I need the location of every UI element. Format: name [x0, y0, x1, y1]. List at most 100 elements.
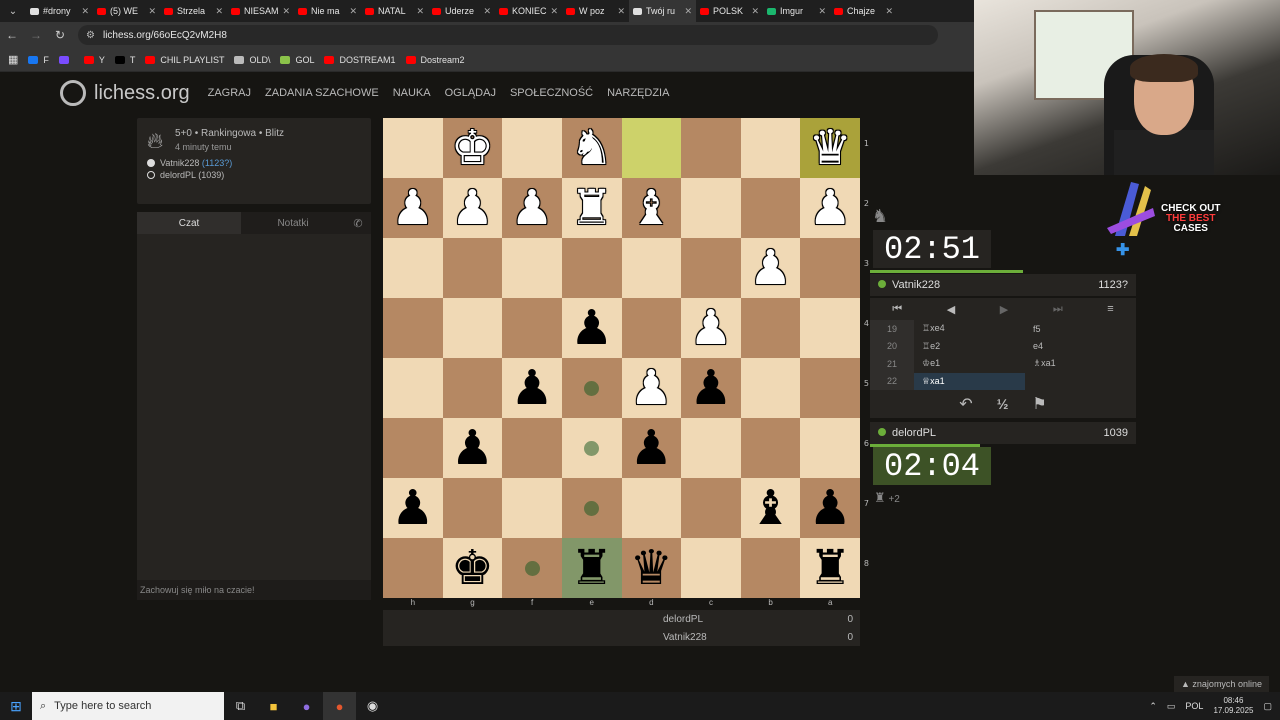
forward-icon[interactable]: → — [24, 28, 48, 42]
board-square[interactable] — [502, 238, 562, 298]
board-square[interactable]: ♛ — [621, 538, 682, 598]
nav-nauka[interactable]: NAUKA — [393, 87, 431, 99]
browser-tab[interactable]: W poz ✕ — [562, 0, 629, 22]
board-square[interactable]: 4 — [800, 298, 869, 358]
bookmark-item[interactable]: T — [114, 55, 135, 65]
board-square[interactable]: ♟ — [442, 178, 503, 238]
browser-tab[interactable]: Nie ma ✕ — [294, 0, 361, 22]
next-move-icon[interactable]: ▶ — [1000, 303, 1008, 316]
board-square[interactable]: ♚ — [442, 118, 503, 178]
task-view-icon[interactable]: ⧉ — [224, 692, 257, 720]
board-square[interactable] — [383, 358, 443, 418]
board-square[interactable] — [561, 238, 622, 298]
browser-tab[interactable]: NIESAM ✕ — [227, 0, 294, 22]
board-square[interactable]: ♜ — [561, 538, 622, 598]
tab-close-icon[interactable]: ✕ — [483, 6, 491, 17]
board-square[interactable] — [561, 358, 622, 418]
tab-notes[interactable]: Notatki — [241, 212, 345, 234]
black-player-name[interactable]: delordPL (1039) — [160, 170, 224, 180]
tab-close-icon[interactable]: ✕ — [148, 6, 156, 17]
legal-move-dot[interactable] — [584, 500, 600, 516]
board-square[interactable] — [502, 298, 562, 358]
board-square[interactable] — [561, 418, 622, 478]
move-white[interactable]: ♔e1 — [914, 355, 1025, 373]
browser-tab[interactable]: Uderze ✕ — [428, 0, 495, 22]
chat-input[interactable]: Zachowuj się miło na czacie! — [137, 580, 371, 600]
chess-piece[interactable]: ♞ — [570, 124, 613, 172]
site-info-icon[interactable]: ⚙ — [86, 30, 95, 41]
tab-close-icon[interactable]: ✕ — [550, 6, 558, 17]
chess-piece[interactable]: ♛ — [630, 544, 673, 592]
board-square[interactable]: ♜ 8 — [800, 538, 869, 598]
move-black[interactable]: ♗xa1 — [1025, 355, 1136, 373]
board-square[interactable] — [502, 118, 562, 178]
chess-piece[interactable]: ♟ — [749, 244, 792, 292]
board-square[interactable] — [442, 478, 503, 538]
top-player-bar[interactable]: Vatnik228 1123? — [870, 274, 1136, 296]
board-square[interactable] — [681, 118, 741, 178]
board-square[interactable]: ♝ — [740, 478, 801, 538]
tab-close-icon[interactable]: ✕ — [349, 6, 357, 17]
chess-piece[interactable]: ♜ — [570, 544, 613, 592]
board-square[interactable] — [681, 238, 741, 298]
board-square[interactable]: ♟ — [621, 358, 682, 418]
board-square[interactable] — [740, 118, 801, 178]
resign-flag-icon[interactable]: ⚑ — [1032, 394, 1046, 414]
board-square[interactable] — [383, 298, 443, 358]
add-icon[interactable]: ✚ — [1116, 240, 1129, 260]
board-square[interactable]: ♝ — [621, 178, 682, 238]
board-square[interactable] — [621, 478, 682, 538]
chess-piece[interactable]: ♟ — [630, 364, 673, 412]
apps-icon[interactable]: ▦ — [8, 53, 18, 66]
tab-close-icon[interactable]: ✕ — [416, 6, 424, 17]
browser-tab[interactable]: POLSK ✕ — [696, 0, 763, 22]
bookmark-item[interactable]: Dostream2 — [405, 55, 465, 65]
bookmark-item[interactable]: GOL — [280, 55, 314, 65]
tab-close-icon[interactable]: ✕ — [751, 6, 759, 17]
board-square[interactable]: ♟ — [621, 418, 682, 478]
chess-piece[interactable]: ♛ — [809, 124, 852, 172]
legal-move-dot[interactable] — [524, 560, 540, 576]
first-move-icon[interactable]: ⏮ — [892, 303, 902, 316]
chess-piece[interactable]: ♟ — [689, 304, 732, 352]
chess-piece[interactable]: ♜ — [809, 544, 852, 592]
board-square[interactable]: ♜ — [561, 178, 622, 238]
board-square[interactable]: 3 — [800, 238, 869, 298]
chess-piece[interactable]: ♚ — [451, 124, 494, 172]
menu-icon[interactable]: ≡ — [1107, 303, 1113, 315]
tab-search-icon[interactable]: ⌄ — [0, 0, 26, 22]
tab-chat[interactable]: Czat — [137, 212, 241, 234]
board-square[interactable] — [681, 538, 741, 598]
chess-piece[interactable]: ♟ — [391, 484, 434, 532]
file-explorer-icon[interactable]: ■ — [257, 692, 290, 720]
board-square[interactable] — [383, 238, 443, 298]
nav-zagraj[interactable]: ZAGRAJ — [208, 87, 251, 99]
move-black[interactable] — [1025, 373, 1136, 391]
board-square[interactable] — [383, 538, 443, 598]
board-square[interactable]: ♟ — [681, 358, 741, 418]
board-square[interactable]: 5 — [800, 358, 869, 418]
board-square[interactable]: ♟ — [561, 298, 622, 358]
tab-close-icon[interactable]: ✕ — [215, 6, 223, 17]
chess-piece[interactable]: ♟ — [511, 364, 554, 412]
board-square[interactable]: ♟ — [681, 298, 741, 358]
board-square[interactable]: ♟ 2 — [800, 178, 869, 238]
tab-close-icon[interactable]: ✕ — [617, 6, 625, 17]
browser-tab[interactable]: Twój ru ✕ — [629, 0, 696, 22]
network-icon[interactable]: ▭ — [1167, 701, 1176, 712]
chess-piece[interactable]: ♟ — [630, 424, 673, 472]
legal-move-dot[interactable] — [584, 440, 600, 456]
board-square[interactable]: ♟ — [740, 238, 801, 298]
board-square[interactable] — [442, 298, 503, 358]
white-player-name[interactable]: Vatnik228 — [160, 158, 199, 168]
language-indicator[interactable]: POL — [1185, 701, 1203, 711]
board-square[interactable] — [383, 418, 443, 478]
browser-tab[interactable]: KONIEC ✕ — [495, 0, 562, 22]
clock-display[interactable]: 08:46 17.09.2025 — [1213, 696, 1253, 715]
taskbar-search[interactable]: ⌕ Type here to search — [32, 692, 224, 720]
browser-tab[interactable]: (5) WE ✕ — [93, 0, 160, 22]
chrome-active-icon[interactable]: ● — [323, 692, 356, 720]
board-square[interactable] — [740, 418, 801, 478]
board-square[interactable] — [502, 418, 562, 478]
top-player-name[interactable]: Vatnik228 — [892, 279, 940, 291]
